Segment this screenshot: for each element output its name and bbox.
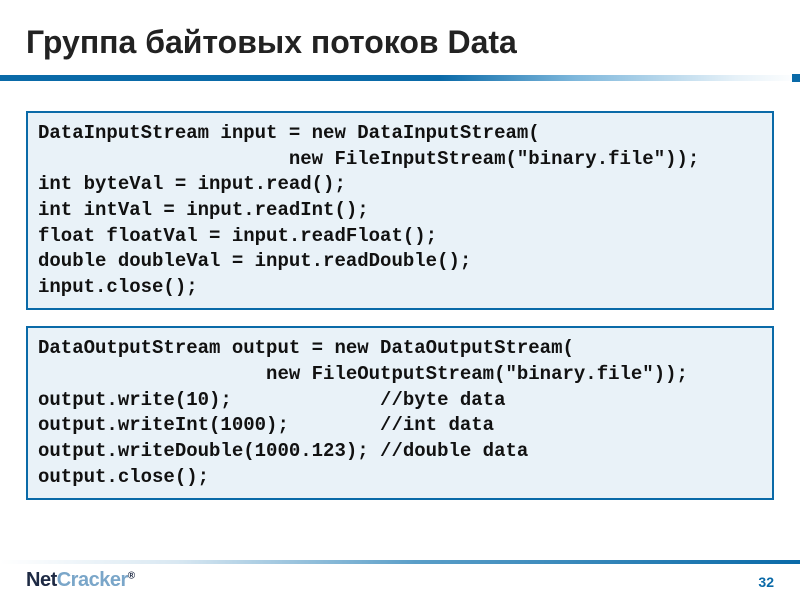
footer-rule: [0, 560, 800, 564]
code-block-output: DataOutputStream output = new DataOutput…: [26, 326, 774, 500]
slide: Группа байтовых потоков Data DataInputSt…: [0, 0, 800, 600]
code-block-input: DataInputStream input = new DataInputStr…: [26, 111, 774, 310]
title-underline-bar: [0, 75, 800, 81]
page-number: 32: [758, 574, 774, 590]
logo: NetCracker®: [26, 569, 135, 592]
logo-registered-mark: ®: [128, 570, 135, 581]
logo-part1: Net: [26, 569, 57, 591]
logo-part2: Cracker: [57, 569, 128, 591]
title-underline-marker: [792, 74, 800, 82]
footer: NetCracker® 32: [0, 560, 800, 600]
title-underline: [26, 75, 774, 81]
slide-title: Группа байтовых потоков Data: [26, 24, 774, 61]
